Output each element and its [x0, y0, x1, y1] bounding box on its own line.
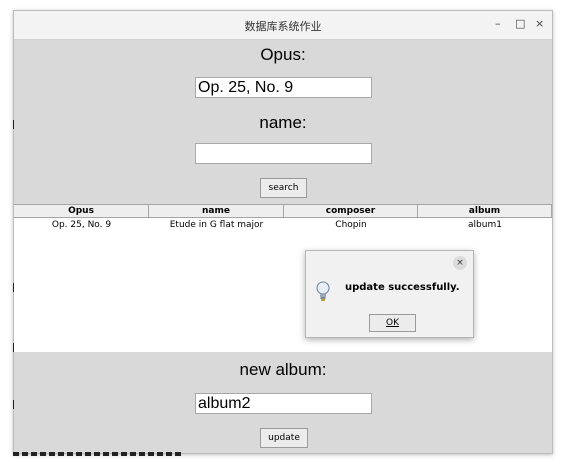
lightbulb-icon	[316, 281, 330, 301]
app-window: 数据库系统作业 – □ × Opus: Op. 25, No. 9 name: …	[13, 10, 553, 454]
background-mark	[13, 400, 14, 409]
column-header-name[interactable]: name	[149, 205, 284, 217]
ok-button[interactable]: OK	[369, 314, 416, 332]
background-mark	[13, 283, 14, 292]
column-header-album[interactable]: album	[418, 205, 552, 217]
ok-button-label: OK	[386, 318, 399, 328]
title-bar: 数据库系统作业 – □ ×	[14, 11, 552, 40]
background-text-sliver	[13, 452, 183, 456]
maximize-button[interactable]: □	[515, 17, 525, 30]
background-mark	[13, 120, 14, 129]
dialog-close-button[interactable]: ×	[453, 256, 467, 270]
name-label: name:	[259, 113, 307, 132]
cell-composer: Chopin	[335, 220, 367, 230]
background-mark	[13, 343, 14, 352]
window-title: 数据库系统作业	[244, 20, 322, 33]
opus-label: Opus:	[260, 45, 306, 64]
column-header-composer[interactable]: composer	[284, 205, 418, 217]
minimize-button[interactable]: –	[495, 17, 501, 30]
new-album-input[interactable]: album2	[195, 393, 372, 414]
opus-input[interactable]: Op. 25, No. 9	[195, 77, 372, 98]
cell-opus: Op. 25, No. 9	[51, 220, 112, 230]
column-header-opus[interactable]: Opus	[14, 205, 149, 217]
dialog-message: update successfully.	[345, 282, 460, 293]
cell-name: Etude in G flat major	[169, 220, 264, 230]
update-button[interactable]: update	[260, 428, 308, 448]
new-album-label: new album:	[239, 360, 327, 379]
cell-album: album1	[468, 220, 502, 230]
table-header: Opus name composer album	[14, 204, 552, 218]
info-dialog: × update successfully. OK	[305, 250, 474, 338]
name-input[interactable]	[195, 143, 372, 164]
search-button[interactable]: search	[260, 178, 307, 198]
close-window-button[interactable]: ×	[535, 17, 544, 30]
